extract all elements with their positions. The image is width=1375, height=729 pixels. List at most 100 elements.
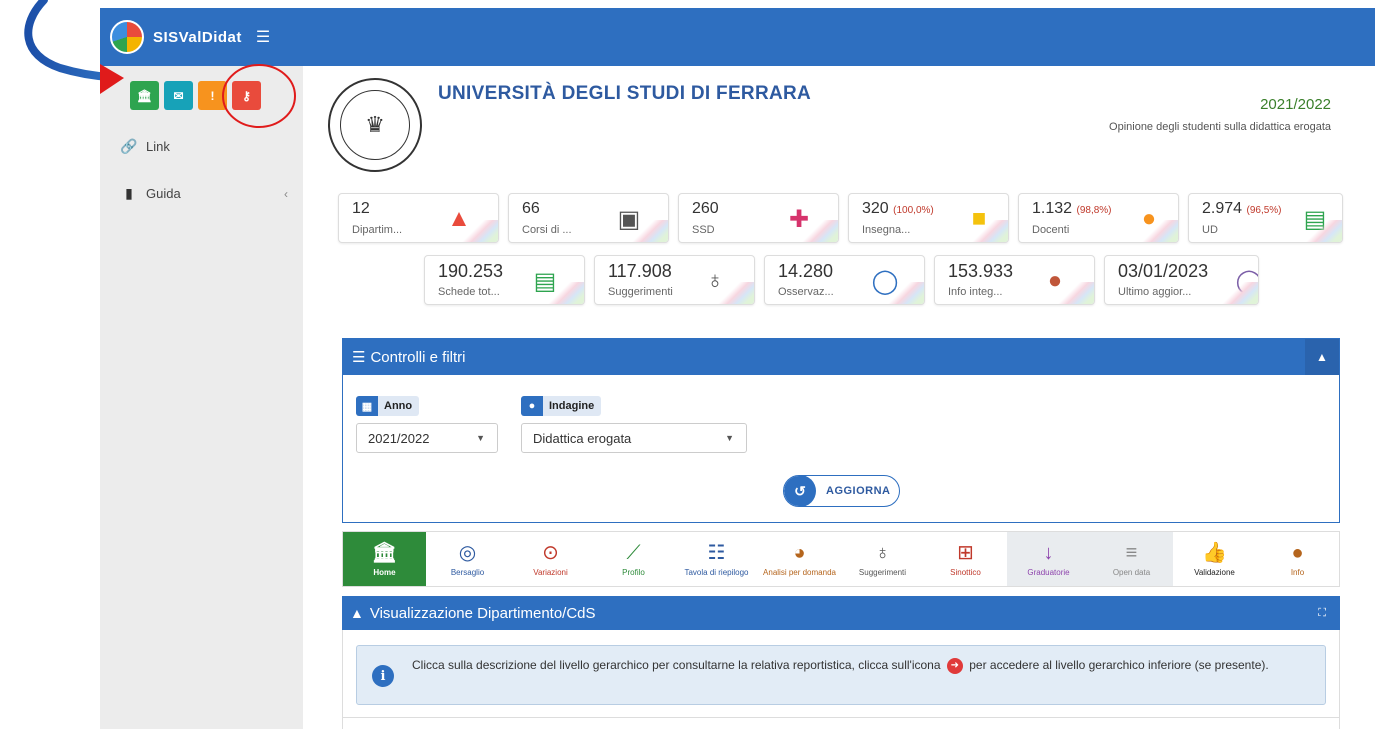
indagine-tag: ● Indagine bbox=[521, 396, 602, 416]
stat-label: Info integ... bbox=[948, 286, 1003, 298]
line-chart-icon: ⟋ bbox=[626, 542, 641, 564]
app-logo[interactable] bbox=[110, 20, 144, 54]
stat-value: 14.280 bbox=[778, 261, 834, 281]
arrow-circle-right-icon: ➜ bbox=[946, 657, 963, 674]
gauge-icon: ◕ bbox=[793, 542, 806, 564]
sidebar-item-label: Guida bbox=[146, 186, 181, 201]
thumbs-up-icon: 👍 bbox=[1202, 542, 1227, 564]
info-circle-icon: ● bbox=[1047, 267, 1063, 294]
clock-icon: ◯ bbox=[1234, 266, 1258, 296]
controls-panel-header: ☰ Controlli e filtri ▲ bbox=[343, 339, 1339, 375]
stat-pct: (98,8%) bbox=[1076, 205, 1112, 216]
nav-label: Variazioni bbox=[533, 568, 568, 577]
academic-year: 2021/2022 bbox=[1260, 96, 1331, 113]
info-text-part-b: per accedere al livello gerarchico infer… bbox=[969, 658, 1269, 672]
visualization-title: Visualizzazione Dipartimento/CdS bbox=[369, 604, 596, 622]
stat-value: 1.132 bbox=[1032, 200, 1073, 217]
indagine-select[interactable]: Didattica erogata ▼ bbox=[521, 423, 747, 453]
database-icon: ≡ bbox=[1125, 542, 1138, 564]
list-icon: ☷ bbox=[707, 542, 726, 564]
building-icon: ▲ bbox=[447, 205, 471, 232]
stat-card-schede[interactable]: 190.253 Schede tot... ▤ bbox=[424, 255, 585, 305]
nav-variazioni[interactable]: ⊙ Variazioni bbox=[509, 532, 592, 586]
refresh-icon: ↺ bbox=[784, 476, 816, 506]
stat-card-ultimo-aggiornamento[interactable]: 03/01/2023 Ultimo aggior... ◯ bbox=[1104, 255, 1259, 305]
stat-value: 320 bbox=[862, 200, 889, 217]
nav-info[interactable]: ● Info bbox=[1256, 532, 1339, 586]
mail-quick-button[interactable]: ✉ bbox=[164, 81, 193, 110]
stat-value: 190.253 bbox=[438, 261, 504, 281]
nav-analisi-domanda[interactable]: ◕ Analisi per domanda bbox=[758, 532, 841, 586]
stat-card-insegnamenti[interactable]: 320 (100,0%) Insegna... ■ bbox=[848, 193, 1009, 243]
nav-label: Profilo bbox=[622, 568, 645, 577]
stat-label: Suggerimenti bbox=[608, 286, 673, 298]
university-seal: ♛ bbox=[328, 78, 422, 172]
survey-subtitle: Opinione degli studenti sulla didattica … bbox=[1109, 121, 1331, 133]
anno-select[interactable]: 2021/2022 ▼ bbox=[356, 423, 498, 453]
table-top-edge bbox=[342, 717, 1340, 729]
top-bar bbox=[303, 8, 1375, 66]
stat-value: 153.933 bbox=[948, 261, 1014, 281]
stat-card-ssd[interactable]: 260 SSD ✚ bbox=[678, 193, 839, 243]
stat-card-osservazioni[interactable]: 14.280 Osservaz... ◯ bbox=[764, 255, 925, 305]
dot-circle-icon: ⊙ bbox=[542, 542, 559, 564]
file-icon: ▤ bbox=[533, 267, 557, 295]
calendar-icon: ▦ bbox=[356, 396, 378, 416]
nav-profilo[interactable]: ⟋ Profilo bbox=[592, 532, 675, 586]
sidebar-item-guida[interactable]: ▮ Guida ‹ bbox=[120, 185, 288, 202]
nav-graduatorie[interactable]: ↓ Graduatorie bbox=[1007, 532, 1090, 586]
menu-toggle-icon[interactable]: ☰ bbox=[256, 27, 270, 47]
nav-label: Open data bbox=[1112, 568, 1151, 577]
stat-label: Ultimo aggior... bbox=[1118, 286, 1192, 298]
anno-tag: ▦ Anno bbox=[356, 396, 420, 416]
target-icon: ◎ bbox=[458, 542, 477, 564]
nav-sinottico[interactable]: ⊞ Sinottico bbox=[924, 532, 1007, 586]
key-quick-button[interactable]: ⚷ bbox=[232, 81, 261, 110]
expand-icon[interactable]: ⛶ bbox=[1318, 607, 1326, 620]
users-icon: ● bbox=[1141, 205, 1157, 232]
stat-label: SSD bbox=[692, 224, 715, 236]
institution-icon: 🏛 bbox=[371, 542, 398, 564]
collapse-button[interactable]: ▲ bbox=[1305, 339, 1339, 375]
nav-bersaglio[interactable]: ◎ Bersaglio bbox=[426, 532, 509, 586]
nav-tavola-riepilogo[interactable]: ☷ Tavola di riepilogo bbox=[675, 532, 758, 586]
stat-value: 260 bbox=[692, 200, 719, 217]
chevron-left-icon: ‹ bbox=[284, 186, 288, 201]
stat-card-ud[interactable]: 2.974 (96,5%) UD ▤ bbox=[1188, 193, 1343, 243]
sidebar-item-link[interactable]: 🔗 Link bbox=[120, 138, 288, 155]
info-circle-icon: ● bbox=[1291, 542, 1304, 564]
alert-quick-button[interactable]: ! bbox=[198, 81, 227, 110]
sort-numeric-icon: ↓ bbox=[1043, 542, 1054, 564]
aggiorna-label: AGGIORNA bbox=[826, 485, 891, 497]
stat-card-suggerimenti[interactable]: 117.908 Suggerimenti ♁ bbox=[594, 255, 755, 305]
stat-label: Corsi di ... bbox=[522, 224, 572, 236]
link-icon: 🔗 bbox=[120, 138, 138, 154]
stat-label: Insegna... bbox=[862, 224, 911, 236]
nav-label: Analisi per domanda bbox=[763, 568, 836, 577]
stat-card-info-integrative[interactable]: 153.933 Info integ... ● bbox=[934, 255, 1095, 305]
stat-label: Docenti bbox=[1032, 224, 1070, 236]
aggiorna-button[interactable]: ↺ AGGIORNA bbox=[783, 475, 900, 507]
app-name: SISValDidat bbox=[153, 28, 242, 46]
stat-value: 117.908 bbox=[608, 261, 672, 281]
quick-buttons: 🏛 ✉ ! ⚷ bbox=[130, 81, 261, 110]
anno-label: Anno bbox=[384, 400, 413, 412]
stat-card-corsi[interactable]: 66 Corsi di ... ▣ bbox=[508, 193, 669, 243]
nav-open-data[interactable]: ≡ Open data bbox=[1090, 532, 1173, 586]
nav-validazione[interactable]: 👍 Validazione bbox=[1173, 532, 1256, 586]
nav-label: Bersaglio bbox=[450, 568, 485, 577]
institution-quick-button[interactable]: 🏛 bbox=[130, 81, 159, 110]
stat-label: UD bbox=[1202, 224, 1218, 236]
nav-label: Home bbox=[373, 568, 396, 577]
stat-card-docenti[interactable]: 1.132 (98,8%) Docenti ● bbox=[1018, 193, 1179, 243]
sidebar: SISValDidat ☰ 🏛 ✉ ! ⚷ 🔗 Link ▮ Guida ‹ bbox=[100, 8, 303, 729]
stat-value: 2.974 bbox=[1202, 200, 1243, 217]
crown-icon: ♛ bbox=[340, 90, 410, 160]
nav-suggerimenti[interactable]: ♁ Suggerimenti bbox=[841, 532, 924, 586]
nav-label: Tavola di riepilogo bbox=[684, 568, 749, 577]
info-alert: i Clicca sulla descrizione del livello g… bbox=[356, 645, 1326, 705]
nav-label: Validazione bbox=[1194, 568, 1235, 577]
stat-card-dipartimenti[interactable]: 12 Dipartim... ▲ bbox=[338, 193, 499, 243]
nav-home[interactable]: 🏛 Home bbox=[343, 532, 426, 586]
visualization-panel-header: ▲ Visualizzazione Dipartimento/CdS ⛶ bbox=[342, 596, 1340, 630]
